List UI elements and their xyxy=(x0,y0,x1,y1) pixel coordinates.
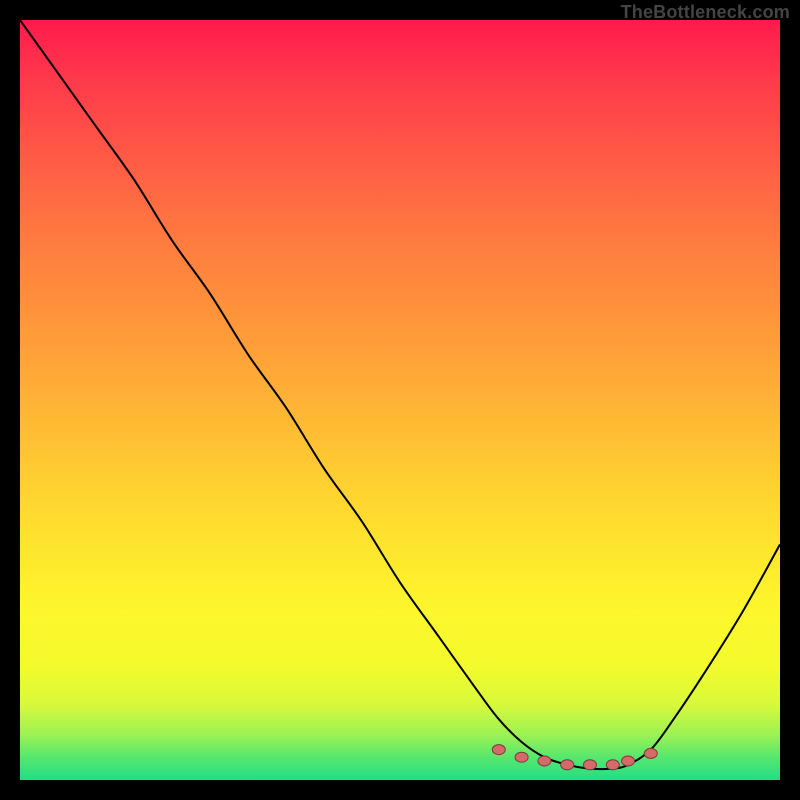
chart-frame: TheBottleneck.com xyxy=(0,0,800,800)
bottleneck-curve xyxy=(20,20,780,780)
plot-area xyxy=(20,20,780,780)
curve-path xyxy=(20,20,780,769)
